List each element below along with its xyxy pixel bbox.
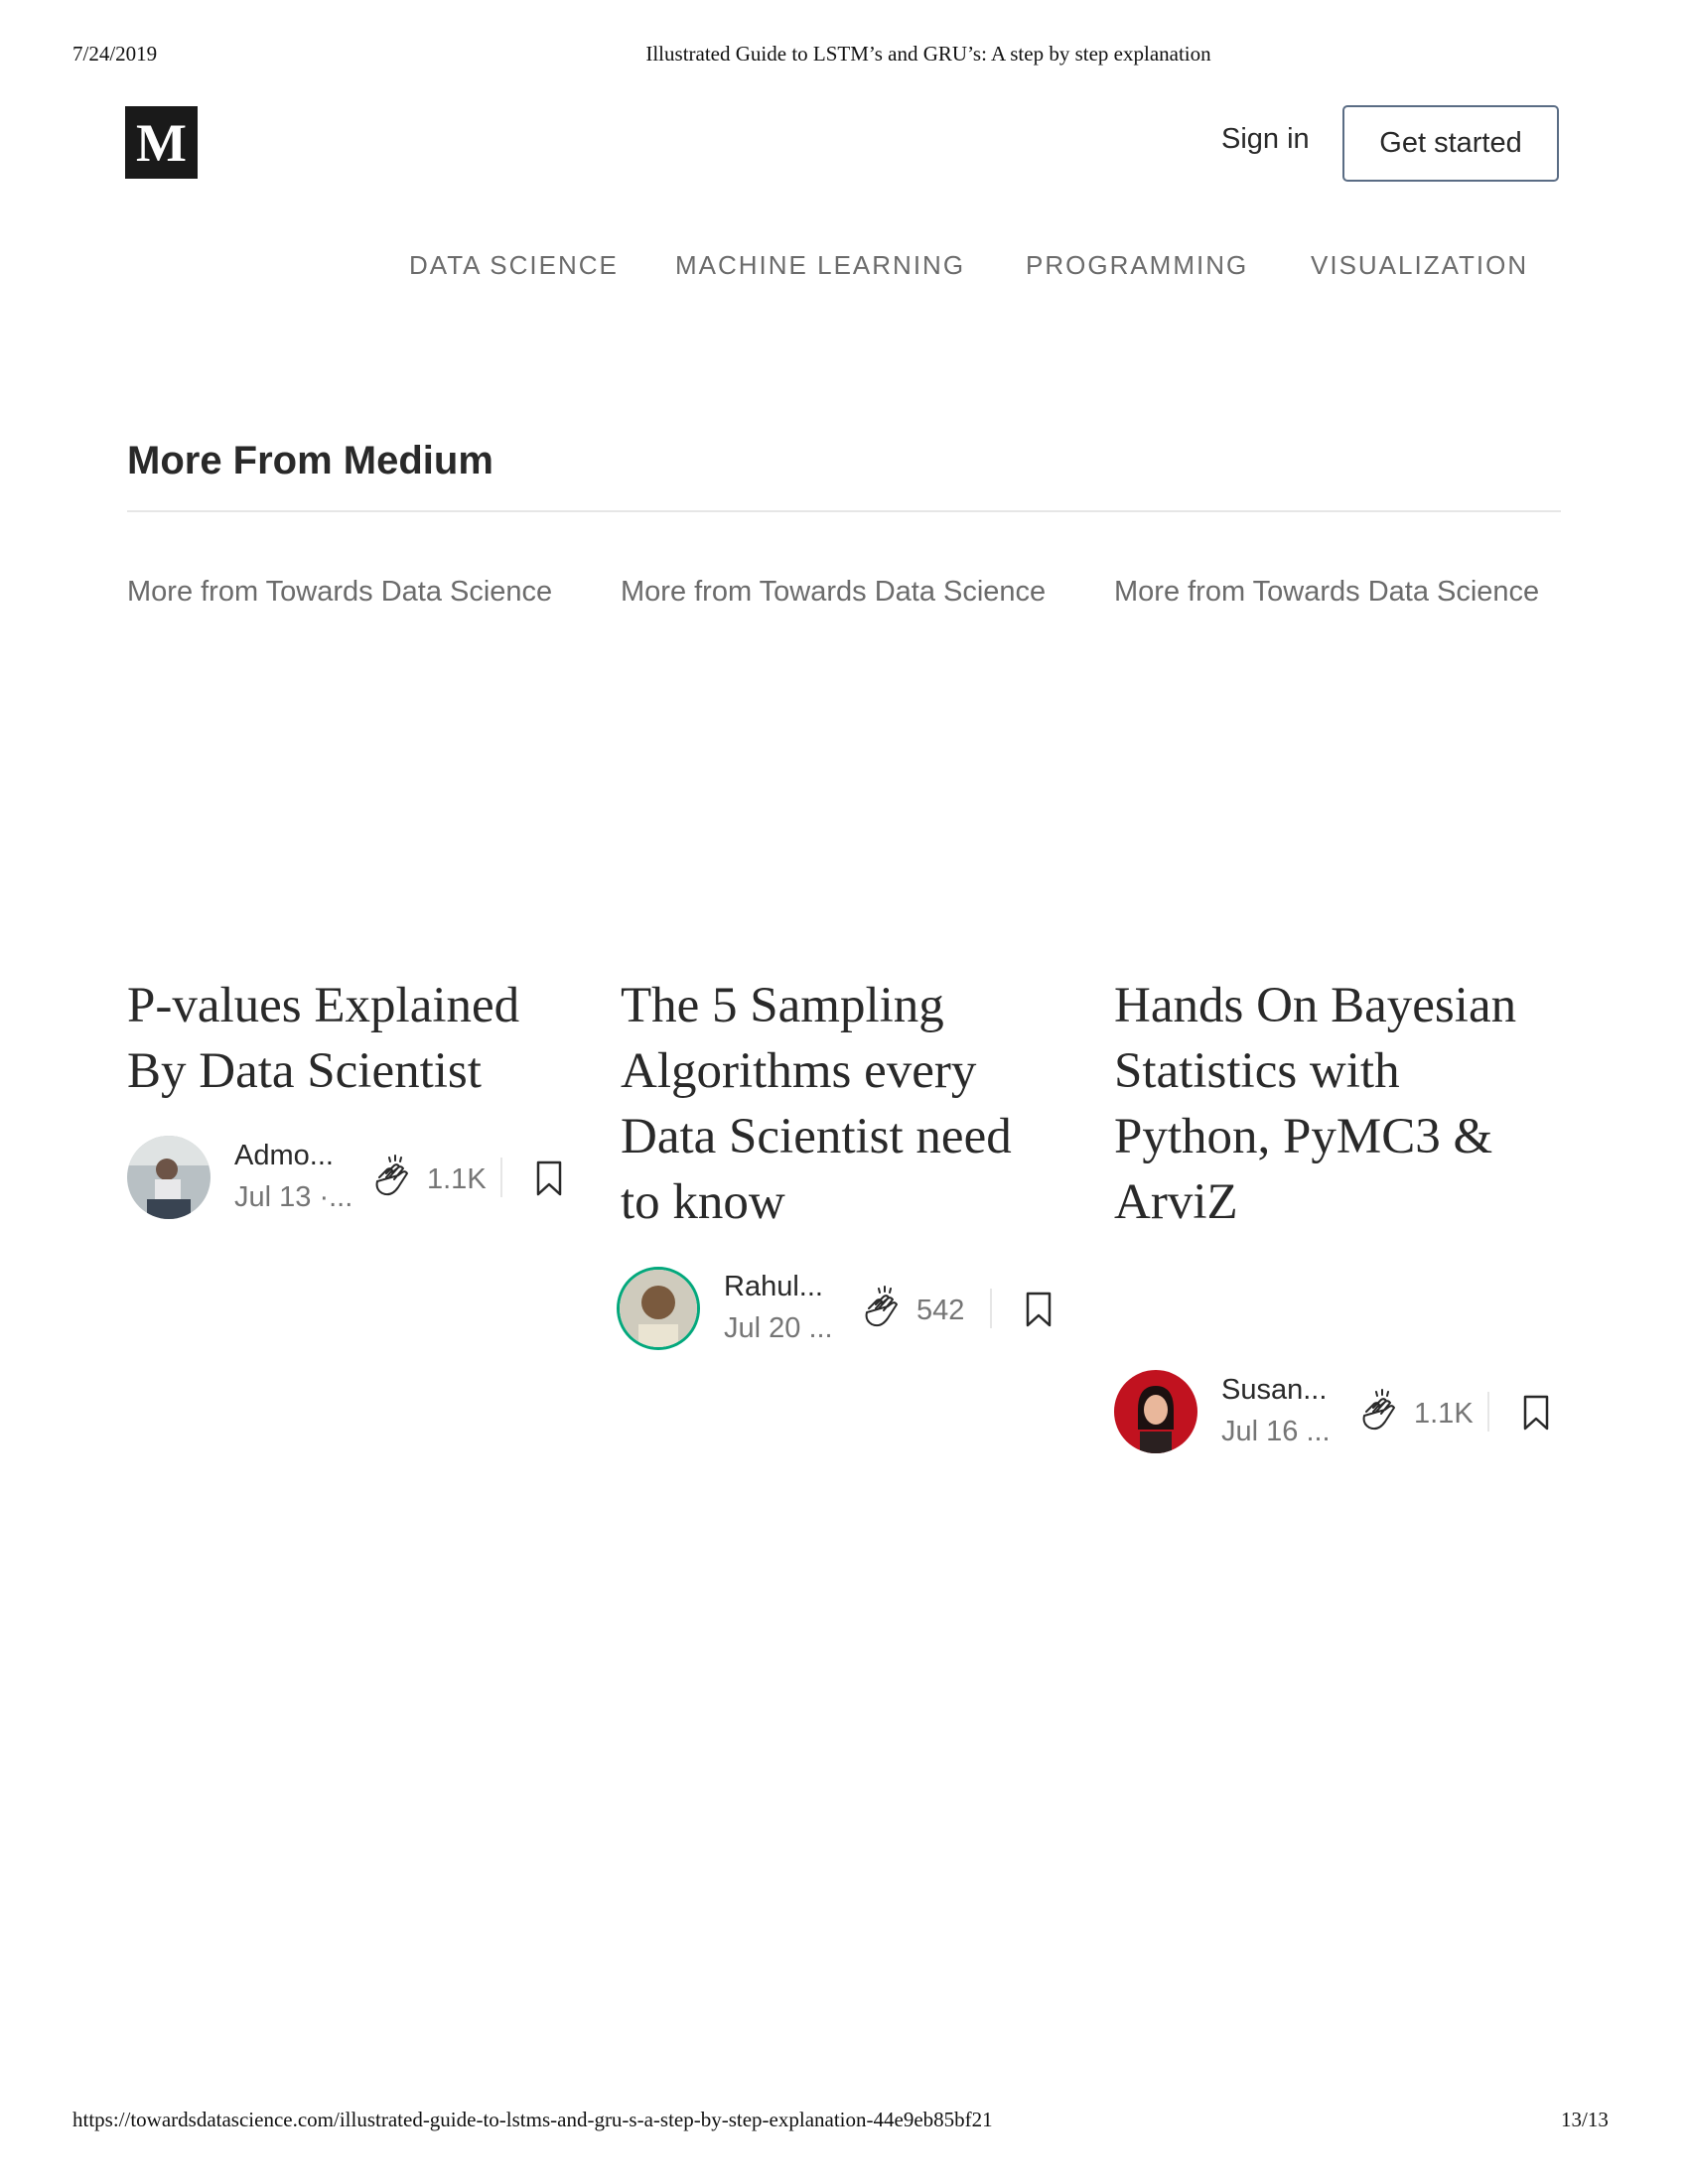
print-url: https://towardsdatascience.com/illustrat…: [72, 2108, 993, 2131]
card-title[interactable]: P-values Explained By Data Scientist: [127, 973, 564, 1104]
nav-visualization[interactable]: VISUALIZATION: [1311, 250, 1528, 281]
medium-logo[interactable]: M: [125, 106, 198, 179]
meta-separator: [990, 1289, 992, 1328]
clap-icon[interactable]: [365, 1152, 417, 1203]
print-title: Illustrated Guide to LSTM’s and GRU’s: A…: [645, 42, 1211, 66]
nav-data-science[interactable]: DATA SCIENCE: [409, 250, 619, 281]
card-publication[interactable]: More from Towards Data Science: [621, 576, 1057, 609]
print-page-number: 13/13: [1561, 2108, 1609, 2131]
clap-icon[interactable]: [855, 1283, 907, 1334]
section-divider: [127, 510, 1561, 512]
card-meta: Rahul... Jul 20 ... 542: [617, 1267, 1073, 1356]
article-card: More from Towards Data Science P-values …: [127, 576, 564, 1219]
card-publication[interactable]: More from Towards Data Science: [1114, 576, 1551, 609]
author-name[interactable]: Admo...: [234, 1140, 334, 1172]
meta-separator: [1487, 1392, 1489, 1432]
card-meta: Admo... Jul 13 ·... 1.1K: [127, 1136, 584, 1225]
author-avatar[interactable]: [127, 1136, 211, 1219]
article-card: More from Towards Data Science The 5 Sam…: [617, 576, 1057, 1350]
post-date: Jul 13 ·...: [234, 1181, 353, 1213]
article-card: More from Towards Data Science Hands On …: [1114, 576, 1551, 1453]
sign-in-link[interactable]: Sign in: [1221, 123, 1310, 156]
card-meta: Susan... Jul 16 ... 1.1K: [1114, 1370, 1571, 1459]
print-header: 7/24/2019 Illustrated Guide to LSTM’s an…: [0, 42, 1688, 71]
clap-count: 1.1K: [427, 1163, 487, 1195]
print-footer: https://towardsdatascience.com/illustrat…: [0, 2108, 1688, 2137]
nav-machine-learning[interactable]: MACHINE LEARNING: [675, 250, 965, 281]
clap-icon[interactable]: [1352, 1386, 1404, 1437]
card-title[interactable]: The 5 Sampling Algorithms every Data Sci…: [621, 973, 1057, 1235]
bookmark-icon[interactable]: [1024, 1291, 1054, 1328]
meta-separator: [500, 1158, 502, 1197]
bookmark-icon[interactable]: [1521, 1394, 1551, 1432]
author-avatar[interactable]: [617, 1267, 700, 1350]
get-started-button[interactable]: Get started: [1342, 105, 1559, 182]
card-title[interactable]: Hands On Bayesian Statistics with Python…: [1114, 973, 1551, 1235]
topic-nav: DATA SCIENCE MACHINE LEARNING PROGRAMMIN…: [0, 250, 1688, 290]
card-publication[interactable]: More from Towards Data Science: [127, 576, 564, 609]
post-date: Jul 16 ...: [1221, 1416, 1331, 1447]
clap-count: 542: [916, 1295, 965, 1326]
author-name[interactable]: Susan...: [1221, 1374, 1327, 1407]
author-name[interactable]: Rahul...: [724, 1271, 823, 1303]
author-avatar[interactable]: [1114, 1370, 1197, 1453]
bookmark-icon[interactable]: [534, 1160, 564, 1197]
nav-programming[interactable]: PROGRAMMING: [1026, 250, 1248, 281]
post-date: Jul 20 ...: [724, 1312, 833, 1344]
clap-count: 1.1K: [1414, 1398, 1474, 1430]
section-title: More From Medium: [127, 439, 493, 482]
